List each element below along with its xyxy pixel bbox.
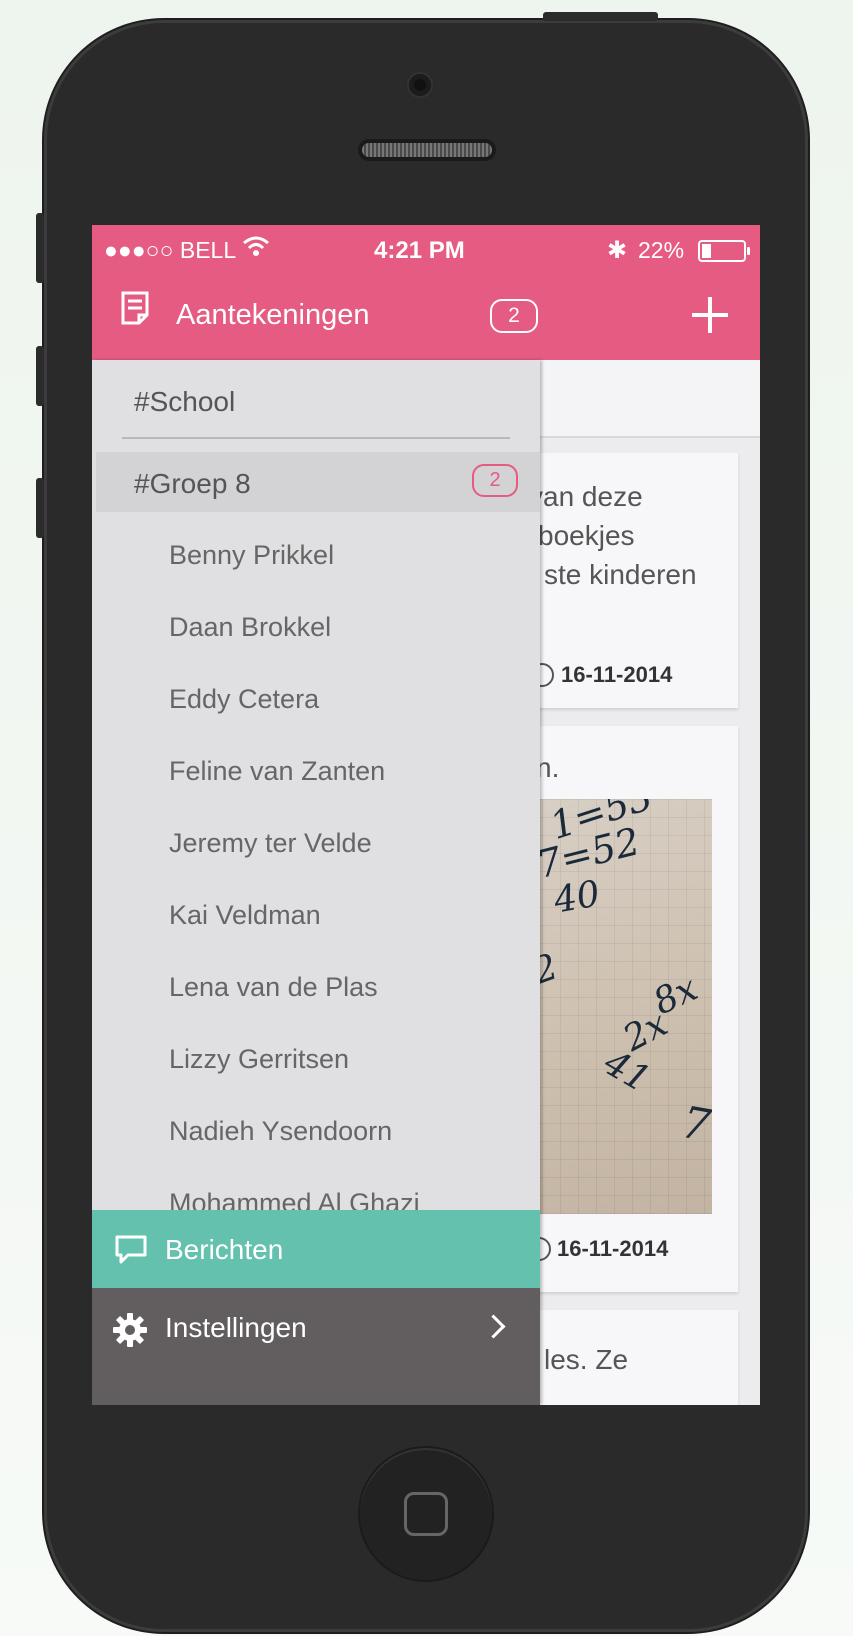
app-header: ●●●○○ BELL 4:21 PM ✱ 22% Aantekeningen 2 xyxy=(92,225,760,360)
settings-label: Instellingen xyxy=(165,1312,307,1343)
note-date: 16-11-2014 xyxy=(561,662,673,687)
messages-button[interactable]: Berichten xyxy=(92,1210,540,1288)
carrier-signal: ●●●○○ BELL xyxy=(104,237,237,263)
power-button xyxy=(543,12,658,21)
student-item[interactable]: Eddy Cetera xyxy=(169,684,319,715)
plus-icon[interactable] xyxy=(690,295,730,335)
status-bar: ●●●○○ BELL 4:21 PM ✱ 22% xyxy=(92,225,760,271)
student-item[interactable]: Benny Prikkel xyxy=(169,540,334,571)
note-text-line: boekjes xyxy=(538,520,635,551)
volume-down-button xyxy=(36,478,44,538)
gear-icon xyxy=(113,1313,147,1347)
front-camera xyxy=(409,74,431,96)
chevron-right-icon xyxy=(481,1314,506,1339)
clock-time: 4:21 PM xyxy=(374,237,465,264)
photo-writing: 7 xyxy=(677,1096,712,1153)
student-item[interactable]: Kai Veldman xyxy=(169,900,321,931)
student-item[interactable]: Lena van de Plas xyxy=(169,972,378,1003)
note-icon[interactable] xyxy=(121,291,149,325)
student-item[interactable]: Jeremy ter Velde xyxy=(169,828,372,859)
student-item[interactable]: Nadieh Ysendoorn xyxy=(169,1116,392,1147)
phone-screen: van deze boekjes ste kinderen 16-11-2014… xyxy=(92,225,760,1405)
side-drawer: #School #Groep 8 2 Benny Prikkel Daan Br… xyxy=(92,360,540,1405)
volume-up-button xyxy=(36,346,44,406)
home-button[interactable] xyxy=(360,1448,492,1580)
student-item[interactable]: Mohammed Al Ghazi xyxy=(169,1188,420,1210)
battery-percent: 22% xyxy=(638,237,685,263)
school-tag[interactable]: #School xyxy=(134,386,235,418)
mute-switch xyxy=(36,213,44,283)
earpiece-speaker xyxy=(362,143,492,157)
student-item[interactable]: Daan Brokkel xyxy=(169,612,331,643)
battery-fill xyxy=(702,244,711,258)
messages-label: Berichten xyxy=(165,1234,284,1265)
home-square-icon xyxy=(404,1492,448,1536)
note-date: 16-11-2014 xyxy=(557,1236,669,1261)
chat-bubble-icon xyxy=(115,1235,147,1264)
photo-writing: 40 xyxy=(550,873,604,922)
student-item[interactable]: Lizzy Gerritsen xyxy=(169,1044,349,1075)
nav-bar: Aantekeningen 2 xyxy=(92,271,760,360)
divider xyxy=(122,437,510,439)
bluetooth-icon: ✱ xyxy=(607,237,628,264)
note-text-line: van deze xyxy=(529,481,643,512)
group-label: #Groep 8 xyxy=(134,468,251,499)
group-count-badge: 2 xyxy=(472,464,518,497)
battery-icon xyxy=(698,240,750,262)
student-list: Benny Prikkel Daan Brokkel Eddy Cetera F… xyxy=(92,520,540,1210)
student-item[interactable]: Feline van Zanten xyxy=(169,756,385,787)
note-text-line: les. Ze xyxy=(544,1344,629,1375)
wifi-icon xyxy=(243,236,269,256)
settings-button[interactable]: Instellingen xyxy=(92,1288,540,1405)
note-text-line: ste kinderen xyxy=(544,559,697,590)
notes-count-badge: 2 xyxy=(490,299,538,333)
nav-title[interactable]: Aantekeningen xyxy=(176,299,370,332)
group-row[interactable]: #Groep 8 2 xyxy=(96,452,540,512)
